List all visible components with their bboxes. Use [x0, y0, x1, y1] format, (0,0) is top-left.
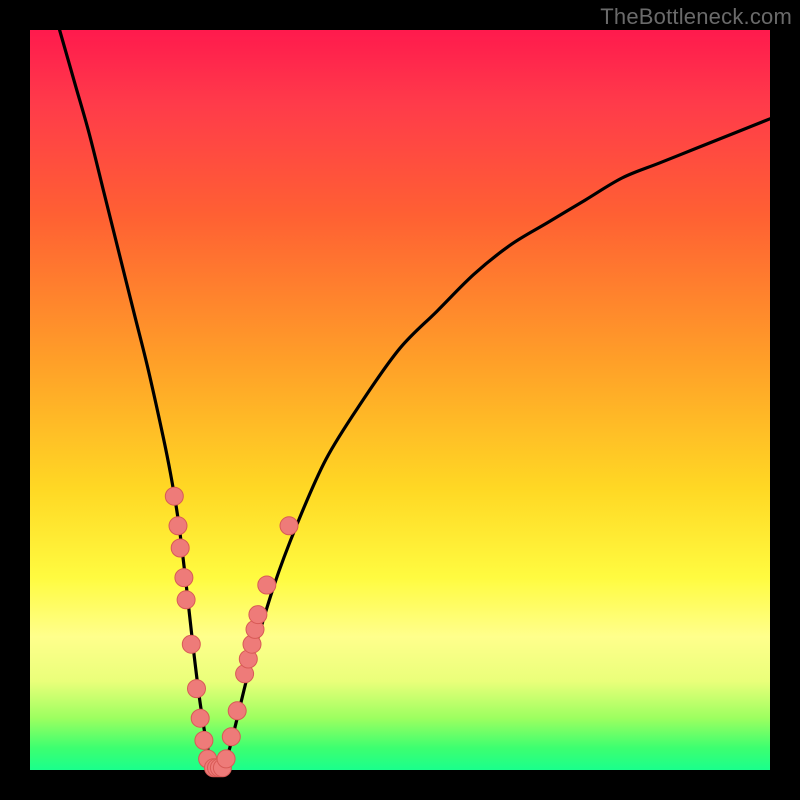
highlight-dot: [191, 709, 209, 727]
highlight-dot: [188, 680, 206, 698]
highlight-dot: [169, 517, 187, 535]
highlight-dot: [195, 731, 213, 749]
watermark-text: TheBottleneck.com: [600, 4, 792, 30]
chart-stage: TheBottleneck.com: [0, 0, 800, 800]
highlight-dot: [280, 517, 298, 535]
highlight-dots-group: [165, 487, 298, 777]
highlight-dot: [175, 569, 193, 587]
bottleneck-curve: [60, 30, 770, 773]
plot-area: [30, 30, 770, 770]
highlight-dot: [258, 576, 276, 594]
highlight-dot: [177, 591, 195, 609]
highlight-dot: [228, 702, 246, 720]
highlight-dot: [165, 487, 183, 505]
highlight-dot: [249, 606, 267, 624]
highlight-dot: [171, 539, 189, 557]
highlight-dot: [182, 635, 200, 653]
chart-svg: [30, 30, 770, 770]
highlight-dot: [217, 750, 235, 768]
highlight-dot: [222, 728, 240, 746]
